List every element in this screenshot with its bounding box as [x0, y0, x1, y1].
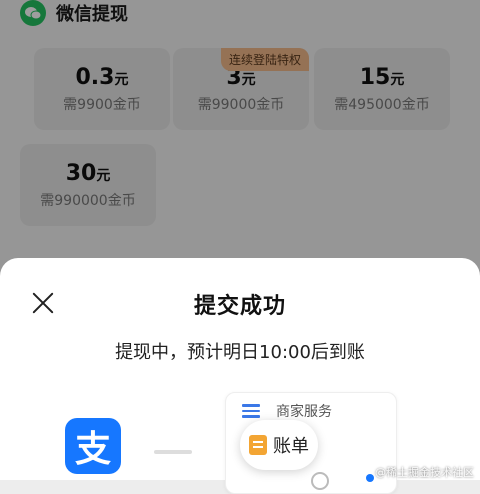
withdraw-status-message: 提现中，预计明日10:00后到账 — [115, 342, 365, 363]
watermark: @稀土掘金技术社区 — [375, 466, 474, 479]
arrow-connector — [154, 450, 192, 454]
bill-icon — [249, 435, 267, 455]
dot-icon — [366, 474, 374, 482]
stack-icon — [242, 404, 260, 419]
bill-label: 账单 — [273, 436, 309, 457]
alipay-icon: 支 — [65, 418, 121, 474]
circle-icon — [311, 472, 329, 490]
sheet-title: 提交成功 — [193, 294, 286, 319]
merchant-service-label: 商家服务 — [276, 404, 332, 420]
bill-bubble: 账单 — [240, 420, 318, 470]
merchant-service-row: 商家服务 — [242, 401, 332, 421]
